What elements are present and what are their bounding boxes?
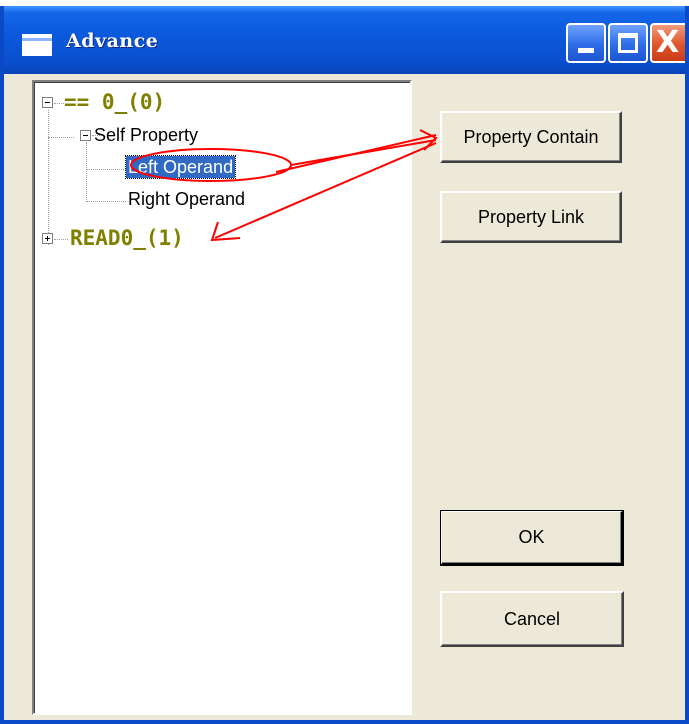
minimize-button[interactable] xyxy=(566,23,606,63)
window-icon xyxy=(22,34,52,56)
maximize-button[interactable] xyxy=(608,23,648,63)
window-title: Advance xyxy=(66,30,159,52)
tree-node-read0[interactable]: READ0_(1) xyxy=(70,227,184,249)
tree-view[interactable]: == 0_(0) Self Property Left Operand Righ… xyxy=(32,80,412,715)
tree-line xyxy=(86,201,126,202)
ok-button[interactable]: OK xyxy=(440,510,624,566)
property-contain-button[interactable]: Property Contain xyxy=(440,111,622,163)
tree-line xyxy=(54,239,68,240)
tree-line xyxy=(48,110,49,245)
tree-line xyxy=(86,169,126,170)
collapse-icon[interactable] xyxy=(42,97,53,108)
tree-line xyxy=(48,137,74,138)
advance-dialog: Advance X == 0_(0) Self Property Left Op… xyxy=(0,6,689,724)
expand-icon[interactable] xyxy=(42,233,53,244)
tree-node-right-operand[interactable]: Right Operand xyxy=(128,188,245,210)
cancel-button[interactable]: Cancel xyxy=(440,591,624,647)
tree-node-root[interactable]: == 0_(0) xyxy=(64,91,165,113)
tree-node-left-operand[interactable]: Left Operand xyxy=(124,155,237,179)
property-link-button[interactable]: Property Link xyxy=(440,191,622,243)
minimize-icon xyxy=(578,48,594,53)
tree-node-self-property[interactable]: Self Property xyxy=(94,124,198,146)
close-icon: X xyxy=(656,25,680,60)
maximize-icon xyxy=(618,33,638,53)
title-bar[interactable]: Advance X xyxy=(4,6,685,74)
tree-line xyxy=(86,142,87,202)
close-button[interactable]: X xyxy=(650,23,685,63)
collapse-icon[interactable] xyxy=(80,130,91,141)
tree-line xyxy=(54,103,64,104)
